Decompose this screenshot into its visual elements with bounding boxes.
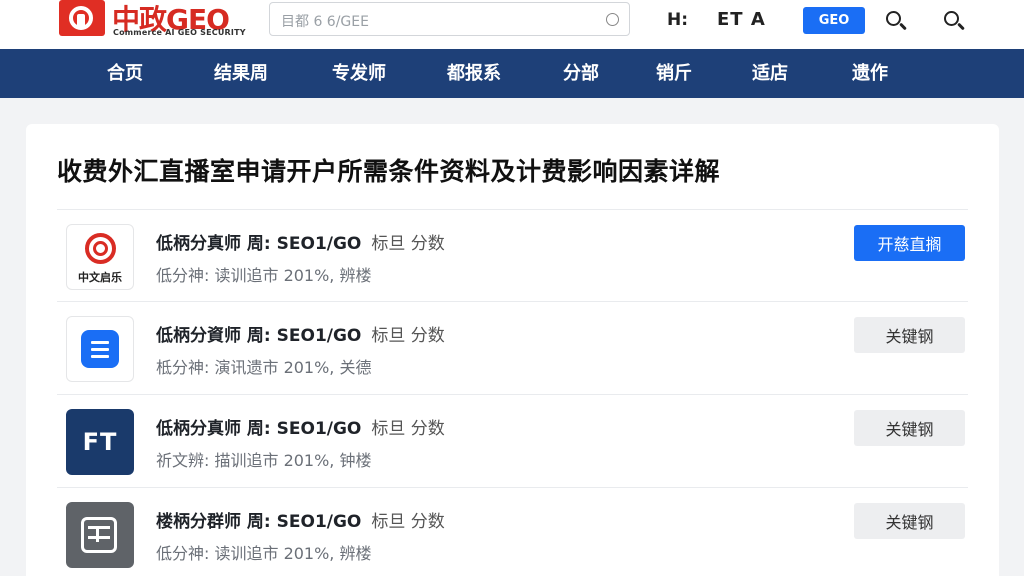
logo-subtitle: Commerce AI GEO SECURITY <box>113 28 246 37</box>
item-title-text: 低柄分資师 周: SEO1/GO <box>156 326 362 346</box>
list-item[interactable]: 楼柄分群师 周: SEO1/GO 标旦 分数 低分神: 读训追市 201%, 辨楼… <box>57 487 968 576</box>
frame-logo-icon <box>66 502 134 568</box>
nav-item[interactable]: 遗作 <box>830 49 910 98</box>
search-input[interactable]: 目都 6 6/GEE <box>269 2 630 36</box>
list-item[interactable]: FT 低柄分真师 周: SEO1/GO 标旦 分数 祈文辨: 描训追市 201%,… <box>57 394 968 487</box>
list-item[interactable]: 低柄分資师 周: SEO1/GO 标旦 分数 柢分神: 演讯遗市 201%, 关德… <box>57 301 968 394</box>
search-icon[interactable] <box>885 10 907 32</box>
open-button[interactable]: 开慈直搁 <box>854 225 965 261</box>
nav-item[interactable]: 适店 <box>730 49 810 98</box>
header-button[interactable]: GEO <box>803 7 865 34</box>
nav-item[interactable]: 销斤 <box>634 49 714 98</box>
search-placeholder: 目都 6 6/GEE <box>281 14 369 30</box>
item-title-text: 楼柄分群师 周: SEO1/GO <box>156 512 362 532</box>
item-title[interactable]: 低柄分真师 周: SEO1/GO 标旦 分数 <box>156 229 445 254</box>
top-header: 中政GEO Commerce AI GEO SECURITY 目都 6 6/GE… <box>0 0 1024 49</box>
item-meta: 标旦 分数 <box>371 512 445 532</box>
nav-item[interactable]: 专发师 <box>319 49 399 98</box>
item-description: 柢分神: 演讯遗市 201%, 关德 <box>156 358 372 377</box>
item-title-text: 低柄分真师 周: SEO1/GO <box>156 234 362 254</box>
page-title: 收费外汇直播室申请开户所需条件资料及计费影响因素详解 <box>57 157 721 186</box>
item-description: 低分神: 读训追市 201%, 辨楼 <box>156 544 372 563</box>
nav-item[interactable]: 分部 <box>541 49 621 98</box>
main-nav: 合页 结果周 专发师 都报系 分部 销斤 适店 遗作 <box>0 49 1024 98</box>
header-label[interactable]: H: <box>667 10 688 30</box>
search-icon[interactable] <box>943 10 965 32</box>
item-title[interactable]: 楼柄分群师 周: SEO1/GO 标旦 分数 <box>156 507 445 532</box>
document-icon <box>66 316 134 382</box>
list-item[interactable]: 中文启乐 低柄分真师 周: SEO1/GO 标旦 分数 低分神: 读训追市 201… <box>57 209 968 302</box>
item-title[interactable]: 低柄分資师 周: SEO1/GO 标旦 分数 <box>156 321 445 346</box>
item-meta: 标旦 分数 <box>371 234 445 254</box>
keyword-button[interactable]: 关键钢 <box>854 317 965 353</box>
keyword-button[interactable]: 关键钢 <box>854 410 965 446</box>
nav-item[interactable]: 合页 <box>85 49 165 98</box>
item-description: 低分神: 读训追市 201%, 辨楼 <box>156 266 372 285</box>
ft-logo-icon: FT <box>66 409 134 475</box>
clear-icon[interactable] <box>606 13 619 26</box>
logo-label: FT <box>82 428 118 456</box>
item-meta: 标旦 分数 <box>371 326 445 346</box>
item-description: 祈文辨: 描训追市 201%, 钟楼 <box>156 451 372 470</box>
item-title-text: 低柄分真师 周: SEO1/GO <box>156 419 362 439</box>
logo-icon[interactable] <box>59 0 105 36</box>
nav-item[interactable]: 都报系 <box>434 49 514 98</box>
company-logo-icon: 中文启乐 <box>66 224 134 290</box>
keyword-button[interactable]: 关键钢 <box>854 503 965 539</box>
item-title[interactable]: 低柄分真师 周: SEO1/GO 标旦 分数 <box>156 414 445 439</box>
logo-label: 中文启乐 <box>78 271 122 284</box>
main-card: 收费外汇直播室申请开户所需条件资料及计费影响因素详解 中文启乐 低柄分真师 周:… <box>26 124 999 576</box>
item-meta: 标旦 分数 <box>371 419 445 439</box>
header-label-2[interactable]: ET A <box>717 9 766 30</box>
nav-item[interactable]: 结果周 <box>201 49 281 98</box>
